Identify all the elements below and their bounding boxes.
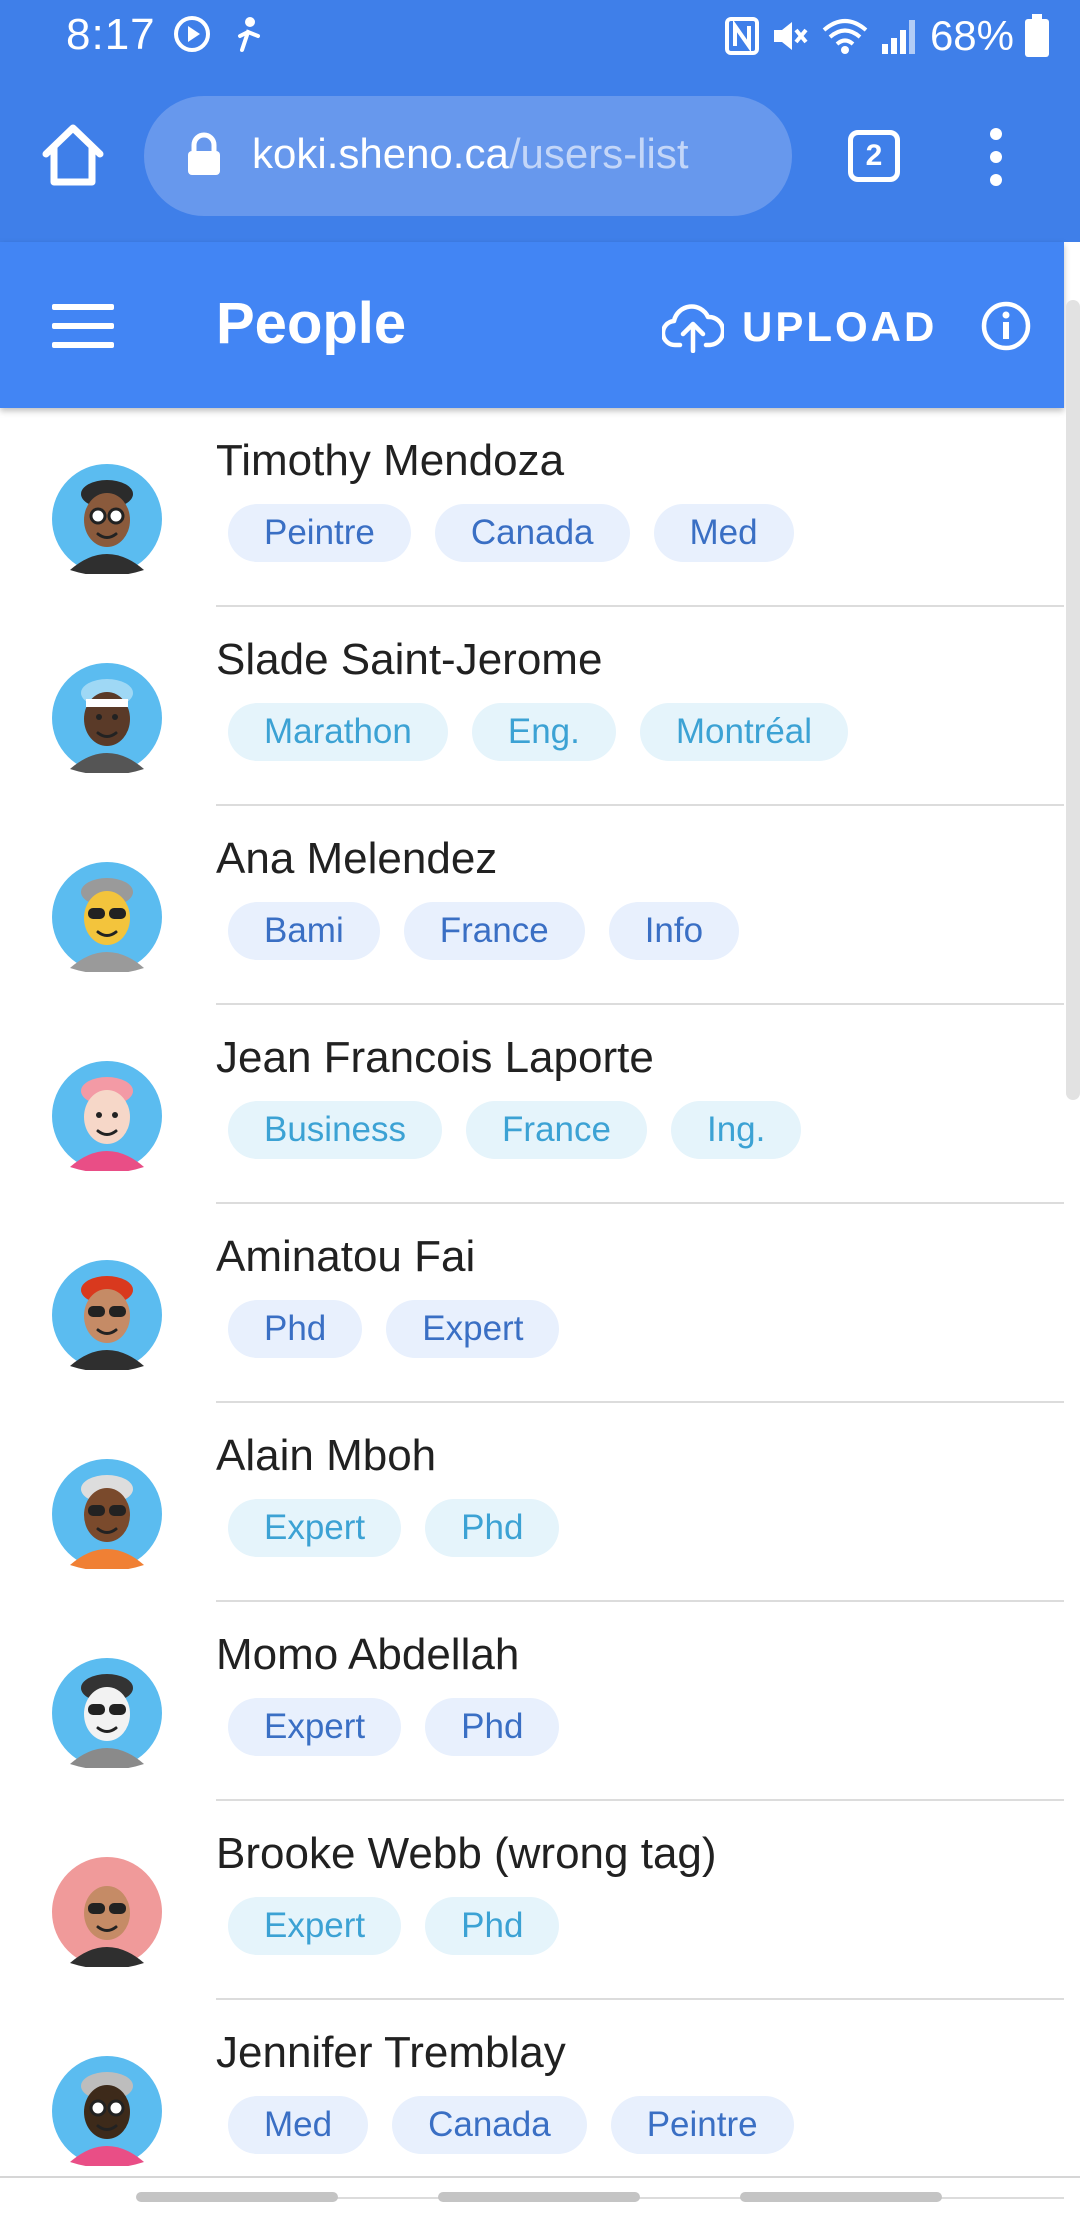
- list-item[interactable]: Jean Francois Laporte Business France Ing.: [0, 1005, 1064, 1204]
- woman-hijab-sunglasses-avatar: [52, 862, 162, 972]
- tag-list: Med Canada Peintre: [228, 2096, 794, 2154]
- list-item[interactable]: Jennifer Tremblay Med Canada Peintre: [0, 2000, 1064, 2199]
- tag-chip[interactable]: Peintre: [228, 504, 411, 562]
- tag-chip[interactable]: Expert: [228, 1897, 402, 1955]
- beard-sunglasses-orange-avatar: [52, 1459, 162, 1569]
- hamburger-menu-icon[interactable]: [52, 304, 114, 348]
- tab-switcher-button[interactable]: 2: [848, 130, 900, 182]
- red-hair-sunglasses-avatar: [52, 1260, 162, 1370]
- tag-chip[interactable]: Phd: [425, 1698, 560, 1756]
- battery-percent: 68%: [929, 12, 1014, 59]
- tag-chip[interactable]: Med: [228, 2096, 369, 2154]
- list-item[interactable]: Brooke Webb (wrong tag) Expert Phd: [0, 1801, 1064, 2000]
- tag-chip[interactable]: Canada: [392, 2096, 587, 2154]
- person-name: Timothy Mendoza: [216, 436, 565, 485]
- tag-chip[interactable]: Eng.: [471, 703, 616, 761]
- tag-chip[interactable]: Bami: [228, 902, 380, 960]
- person-name: Ana Melendez: [216, 834, 498, 883]
- tag-chip[interactable]: France: [403, 902, 585, 960]
- tag-chip[interactable]: Med: [653, 504, 794, 562]
- url-text: koki.sheno.ca/users-list: [252, 130, 689, 178]
- app-toolbar: People UPLOAD: [0, 242, 1064, 408]
- tag-list: Expert Phd: [228, 1698, 560, 1756]
- back-gesture[interactable]: [740, 2192, 942, 2202]
- page-title: People: [216, 291, 407, 356]
- url-path: /users-list: [508, 130, 689, 177]
- nfc-icon: [724, 17, 759, 55]
- recent-apps-gesture[interactable]: [136, 2192, 338, 2202]
- tag-chip[interactable]: Business: [228, 1101, 443, 1159]
- home-gesture[interactable]: [438, 2192, 640, 2202]
- tag-chip[interactable]: France: [466, 1101, 647, 1159]
- signal-icon: [881, 20, 915, 54]
- person-name: Jennifer Tremblay: [216, 2028, 566, 2077]
- upload-label: UPLOAD: [742, 303, 938, 350]
- pink-hair-sunglasses-avatar: [52, 1857, 162, 1967]
- tag-list: Peintre Canada Med: [228, 504, 794, 562]
- tag-chip[interactable]: Phd: [228, 1300, 363, 1358]
- tag-chip[interactable]: Canada: [434, 504, 630, 562]
- man-headband-avatar: [52, 663, 162, 773]
- people-list: Timothy Mendoza Peintre Canada Med Slade S…: [0, 408, 1064, 2199]
- list-item[interactable]: Alain Mboh Expert Phd: [0, 1403, 1064, 1602]
- url-host: koki.sheno.ca: [252, 130, 509, 177]
- scrollbar-thumb[interactable]: [1066, 300, 1080, 1100]
- tag-chip[interactable]: Phd: [425, 1897, 560, 1955]
- person-name: Slade Saint-Jerome: [216, 635, 603, 684]
- list-item[interactable]: Momo Abdellah Expert Phd: [0, 1602, 1064, 1801]
- upload-button[interactable]: UPLOAD: [662, 294, 937, 360]
- tag-chip[interactable]: Expert: [228, 1698, 402, 1756]
- person-name: Jean Francois Laporte: [216, 1033, 654, 1082]
- list-item[interactable]: Aminatou Fai Phd Expert: [0, 1204, 1064, 1403]
- tag-list: Phd Expert: [228, 1300, 560, 1358]
- status-time: 8:17: [66, 10, 156, 59]
- pink-hair-winking-avatar: [52, 1061, 162, 1171]
- cloud-upload-icon: [662, 304, 724, 353]
- home-icon[interactable]: [38, 120, 108, 190]
- info-icon[interactable]: [980, 300, 1032, 352]
- tag-chip[interactable]: Peintre: [610, 2096, 794, 2154]
- tag-chip[interactable]: Info: [608, 902, 740, 960]
- list-item[interactable]: Ana Melendez Bami France Info: [0, 806, 1064, 1005]
- person-name: Aminatou Fai: [216, 1232, 476, 1281]
- media-play-icon: [174, 16, 210, 52]
- mute-icon: [773, 22, 808, 50]
- tag-chip[interactable]: Phd: [425, 1499, 560, 1557]
- status-bar: 8:17 68%: [0, 0, 1080, 72]
- hat-sunglasses-avatar: [52, 1658, 162, 1768]
- list-item[interactable]: Timothy Mendoza Peintre Canada Med: [0, 408, 1064, 607]
- person-name: Momo Abdellah: [216, 1630, 520, 1679]
- wifi-icon: [822, 19, 868, 54]
- man-glasses-beard-avatar: [52, 464, 162, 574]
- more-vert-icon[interactable]: [970, 122, 1022, 192]
- person-name: Alain Mboh: [216, 1431, 437, 1480]
- tag-list: Business France Ing.: [228, 1101, 802, 1159]
- list-item[interactable]: Slade Saint-Jerome Marathon Eng. Montréal: [0, 607, 1064, 806]
- gray-hair-goggles-avatar: [52, 2056, 162, 2166]
- battery-icon: [1025, 14, 1049, 57]
- person-name: Brooke Webb (wrong tag): [216, 1829, 717, 1878]
- tag-list: Expert Phd: [228, 1897, 560, 1955]
- tag-chip[interactable]: Expert: [386, 1300, 560, 1358]
- tag-list: Marathon Eng. Montréal: [228, 703, 849, 761]
- tag-chip[interactable]: Expert: [228, 1499, 402, 1557]
- tag-chip[interactable]: Marathon: [228, 703, 448, 761]
- bottom-divider: [0, 2176, 1080, 2178]
- tag-chip[interactable]: Montréal: [639, 703, 849, 761]
- accessibility-icon: [238, 17, 260, 52]
- address-bar[interactable]: koki.sheno.ca/users-list: [144, 96, 792, 216]
- tag-chip[interactable]: Ing.: [670, 1101, 802, 1159]
- lock-icon: [188, 132, 220, 175]
- tag-list: Bami France Info: [228, 902, 740, 960]
- browser-bar: koki.sheno.ca/users-list 2: [0, 72, 1080, 242]
- tag-list: Expert Phd: [228, 1499, 560, 1557]
